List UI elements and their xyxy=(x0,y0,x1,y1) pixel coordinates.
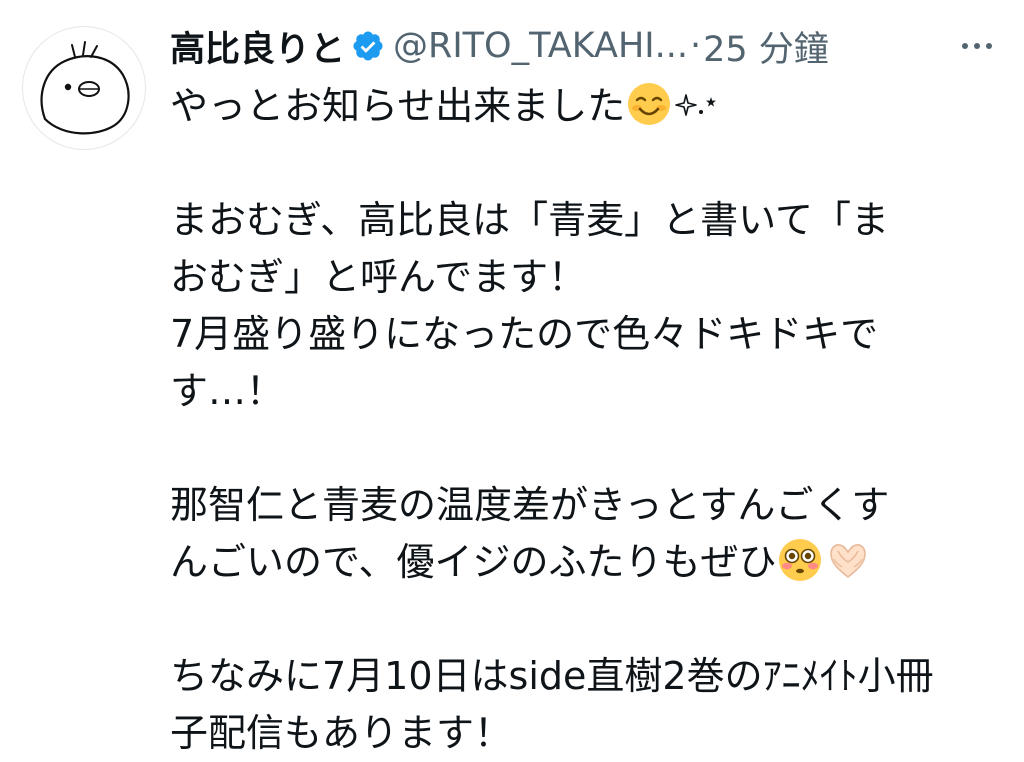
tweet-line: ちなみに7月10日はside直樹2巻のｱﾆﾒｲﾄ小冊 xyxy=(170,654,934,698)
tweet-line: やっとお知らせ出来ました xyxy=(170,78,1000,135)
tweet-header: 高比良りと @RITO_TAKAHI... · 25 分鐘 xyxy=(170,22,829,70)
tweet-text: やっとお知らせ出来ました まおむぎ、高比良は「青麦」と書いて「ま おむぎ」と呼ん… xyxy=(170,78,1000,762)
tweet[interactable]: 高比良りと @RITO_TAKAHI... · 25 分鐘 やっとお知らせ出来ま… xyxy=(0,0,1024,755)
tweet-line: おむぎ」と呼んでます！ xyxy=(170,255,587,299)
tweet-line: す…！ xyxy=(170,369,285,413)
avatar[interactable] xyxy=(22,26,146,150)
separator-dot: · xyxy=(690,26,702,66)
tweet-line: んごいので、優イジのふたりもぜひ xyxy=(170,534,1000,591)
verified-badge-icon xyxy=(351,29,385,63)
cartoon-bird-face-icon xyxy=(40,41,130,135)
timestamp[interactable]: 25 分鐘 xyxy=(703,21,829,72)
tweet-line: 7月盛り盛りになったので色々ドキドキで xyxy=(170,312,879,356)
tweet-line: 子配信もあります！ xyxy=(170,711,513,755)
display-name[interactable]: 高比良りと xyxy=(170,21,345,72)
user-handle[interactable]: @RITO_TAKAHI... xyxy=(393,26,688,66)
sparkles-emoji xyxy=(673,84,719,124)
tweet-line: 那智仁と青麦の温度差がきっとすんごくす xyxy=(170,483,890,527)
more-options-icon[interactable] xyxy=(955,28,999,64)
tweet-line: まおむぎ、高比良は「青麦」と書いて「ま xyxy=(170,198,889,242)
flushed-face-emoji xyxy=(777,537,823,583)
heart-hands-emoji xyxy=(825,537,871,583)
smiling-face-emoji xyxy=(626,81,672,127)
